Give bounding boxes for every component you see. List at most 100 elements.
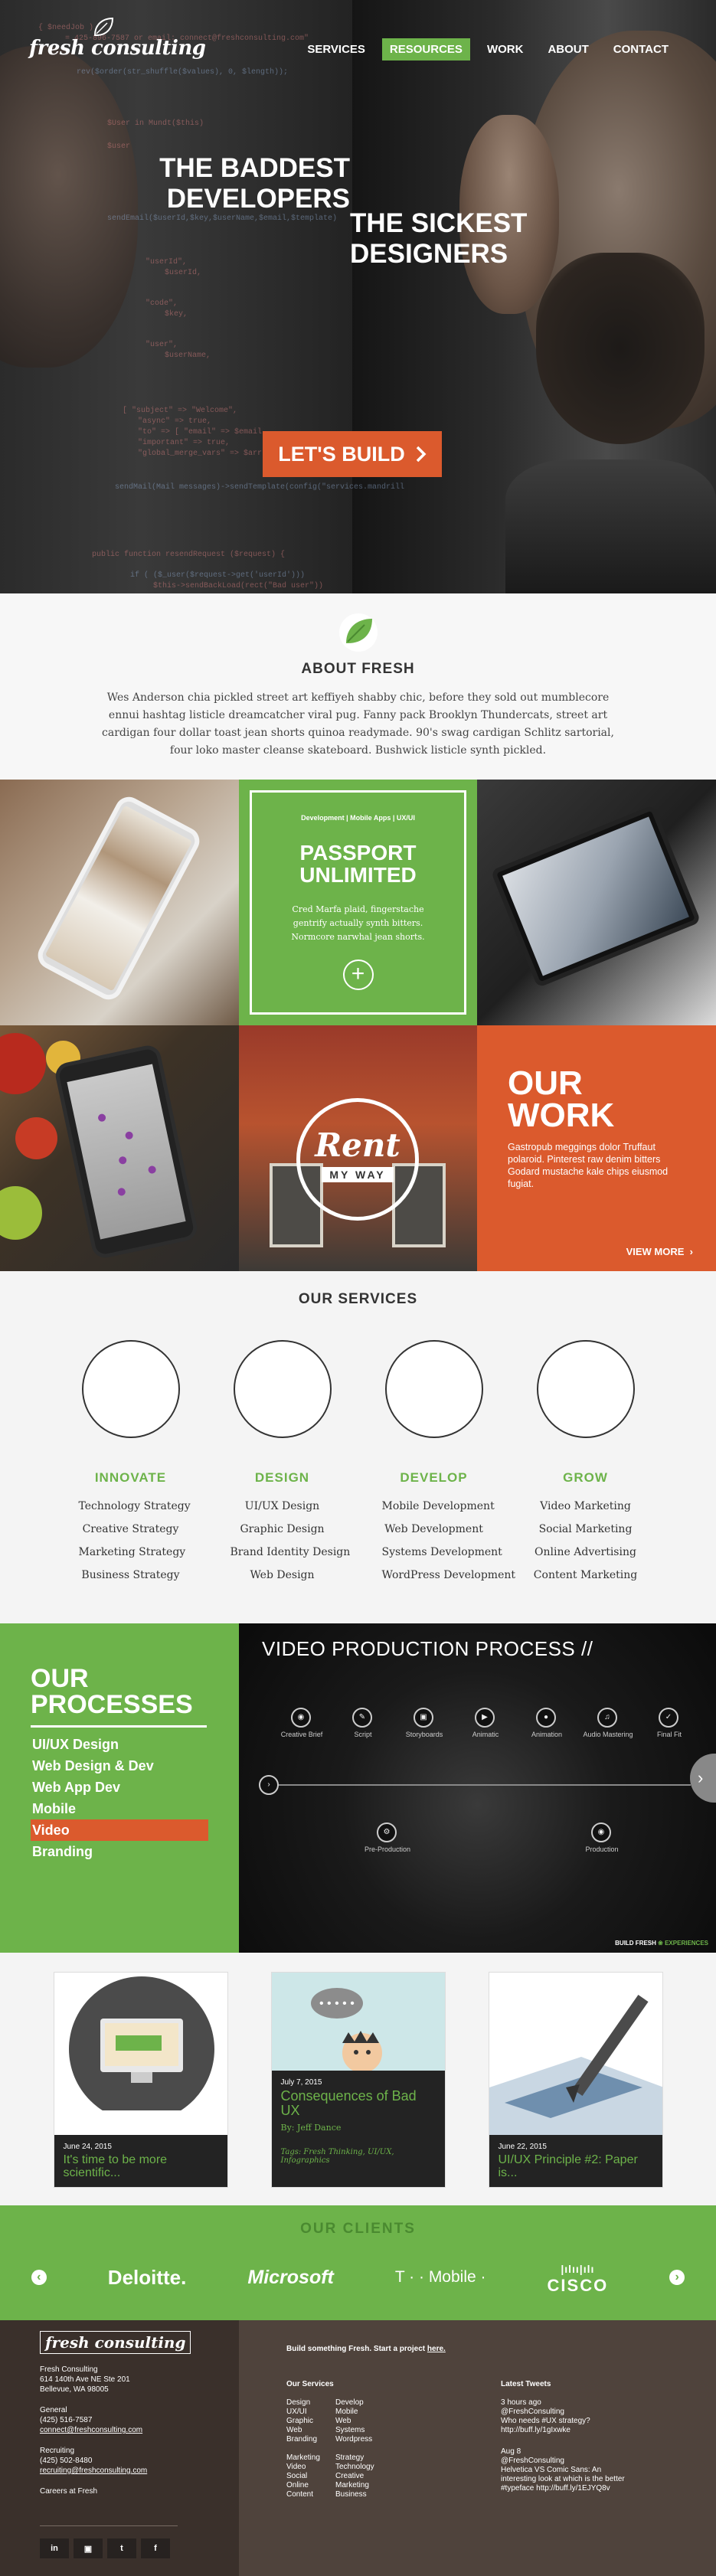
process-item-uiux[interactable]: UI/UX Design [31, 1734, 208, 1755]
service-item[interactable]: Social Marketing [534, 1518, 638, 1541]
footer-service-link[interactable]: Web [286, 2426, 335, 2435]
blog-tags[interactable]: Tags: Fresh Thinking, UI/UX, Infographic… [281, 2148, 436, 2165]
chevron-right-icon[interactable]: › [690, 1754, 716, 1803]
recruiting-phone[interactable]: (425) 502-8480 [40, 2456, 239, 2466]
service-item[interactable]: Web Development [382, 1518, 486, 1541]
service-item[interactable]: WordPress Development [382, 1564, 516, 1587]
tablet-image [490, 804, 701, 989]
service-grow-icon[interactable] [536, 1340, 635, 1438]
chevron-right-icon[interactable]: › [669, 2270, 685, 2285]
instagram-icon[interactable]: ▣ [74, 2538, 103, 2558]
facebook-icon[interactable]: f [141, 2538, 170, 2558]
production-icon: ◉ [591, 1822, 611, 1842]
footer-service-link[interactable]: Strategy [335, 2453, 384, 2463]
footer-service-link[interactable]: Business [335, 2490, 384, 2499]
blog-title[interactable]: Consequences of Bad UX [281, 2089, 436, 2118]
service-item[interactable]: Online Advertising [534, 1541, 638, 1564]
process-item-web-app[interactable]: Web App Dev [31, 1777, 208, 1798]
service-item[interactable]: Business Strategy [79, 1564, 183, 1587]
tweet-handle[interactable]: @FreshConsulting [501, 2457, 631, 2466]
work-tile-phone-app[interactable] [0, 780, 239, 1025]
footer-service-link[interactable]: Marketing [335, 2481, 384, 2490]
video-process-title: VIDEO PRODUCTION PROCESS // [262, 1637, 593, 1660]
our-work-tile[interactable]: OUR WORK Gastropub meggings dolor Truffa… [477, 1025, 716, 1271]
video-process-timeline: › ◉ Creative Brief ✎ Script ▣ Storyboard… [259, 1708, 691, 1884]
blog-title[interactable]: UI/UX Principle #2: Paper is... [499, 2153, 653, 2179]
nav-about[interactable]: ABOUT [540, 38, 596, 60]
timeline-line [262, 1784, 691, 1786]
lets-build-button[interactable]: LET'S BUILD [263, 431, 442, 477]
process-item-mobile[interactable]: Mobile [31, 1798, 208, 1819]
footer-service-link[interactable]: Technology [335, 2463, 384, 2472]
service-item[interactable]: UI/UX Design [230, 1495, 335, 1518]
recruiting-email[interactable]: recruiting@freshconsulting.com [40, 2466, 147, 2475]
service-item[interactable]: Technology Strategy [79, 1495, 191, 1518]
footer-service-link[interactable]: Wordpress [335, 2435, 384, 2444]
nav-work[interactable]: WORK [479, 38, 531, 60]
tweet-text[interactable]: Who needs #UX strategy? http://buff.ly/1… [501, 2417, 631, 2435]
nav-contact[interactable]: CONTACT [606, 38, 676, 60]
blog-card[interactable]: June 22, 2015 UI/UX Principle #2: Paper … [488, 1972, 663, 2188]
footer-service-link[interactable]: Mobile [335, 2408, 384, 2417]
site-logo[interactable]: fresh consulting [29, 37, 206, 60]
footer-service-link[interactable]: Creative [335, 2472, 384, 2481]
blog-title[interactable]: It's time to be more scientific... [64, 2153, 218, 2179]
service-item[interactable]: Graphic Design [230, 1518, 335, 1541]
service-item[interactable]: Video Marketing [534, 1495, 638, 1518]
timeline-step: Final Fit [656, 1731, 682, 1738]
service-innovate-icon[interactable] [81, 1340, 180, 1438]
service-item[interactable]: Web Design [230, 1564, 335, 1587]
process-item-web-design[interactable]: Web Design & Dev [31, 1755, 208, 1777]
footer-service-link[interactable]: Video [286, 2463, 335, 2472]
processes-title: OUR PROCESSES [31, 1666, 239, 1718]
service-item[interactable]: Content Marketing [534, 1564, 638, 1587]
footer-service-link[interactable]: Social [286, 2472, 335, 2481]
service-item[interactable]: Marketing Strategy [79, 1541, 186, 1564]
tweet-text[interactable]: Helvetica VS Comic Sans: An interesting … [501, 2466, 631, 2493]
service-item[interactable]: Creative Strategy [79, 1518, 183, 1541]
careers-link[interactable]: Careers at Fresh [40, 2486, 239, 2496]
footer-service-link[interactable]: Online [286, 2481, 335, 2490]
service-item[interactable]: Systems Development [382, 1541, 502, 1564]
nav-resources[interactable]: RESOURCES [381, 38, 470, 60]
storyboards-icon: ▣ [414, 1708, 433, 1728]
general-email[interactable]: connect@freshconsulting.com [40, 2426, 142, 2434]
blog-card[interactable]: June 24, 2015 It's time to be more scien… [53, 1972, 228, 2188]
service-design-icon[interactable] [233, 1340, 332, 1438]
footer-service-link[interactable]: Develop [335, 2398, 384, 2408]
footer-service-link[interactable]: Marketing [286, 2453, 335, 2463]
general-phone[interactable]: (425) 516-7587 [40, 2415, 239, 2425]
footer-service-link[interactable]: Branding [286, 2435, 335, 2444]
footer-logo[interactable]: fresh consulting [40, 2331, 191, 2354]
work-tile-passport[interactable]: Development | Mobile Apps | UX/UI PASSPO… [239, 780, 477, 1025]
service-heading: DESIGN [254, 1470, 310, 1485]
start-project-link[interactable]: here. [427, 2345, 446, 2353]
service-item[interactable]: Brand Identity Design [230, 1541, 351, 1564]
process-item-video[interactable]: Video [31, 1819, 208, 1841]
chevron-left-icon[interactable]: ‹ [31, 2270, 47, 2285]
process-item-branding[interactable]: Branding [31, 1841, 208, 1862]
footer-service-link[interactable]: Content [286, 2490, 335, 2499]
footer-service-link[interactable]: UX/UI [286, 2408, 335, 2417]
tweet-handle[interactable]: @FreshConsulting [501, 2408, 631, 2417]
blog-card[interactable]: • • • • • July 7, 2015 Consequences of B… [270, 1972, 446, 2188]
view-more-link[interactable]: VIEW MORE › [626, 1246, 693, 1257]
work-tile-map-app[interactable] [0, 1025, 239, 1271]
passport-title: PASSPORT UNLIMITED [299, 841, 417, 887]
footer-service-link[interactable]: Graphic [286, 2417, 335, 2426]
footer-service-link[interactable]: Web [335, 2417, 384, 2426]
services-title: OUR SERVICES [298, 1291, 418, 1307]
work-tile-rent-my-way[interactable]: Rent MY WAY [239, 1025, 477, 1271]
linkedin-icon[interactable]: in [40, 2538, 69, 2558]
plus-icon[interactable]: + [342, 959, 374, 990]
service-item[interactable]: Mobile Development [382, 1495, 495, 1518]
code-line: sendEmail($userId,$key,$userName,$email,… [107, 214, 338, 223]
nav-services[interactable]: SERVICES [299, 38, 373, 60]
code-line: "userId", [145, 258, 188, 266]
footer-service-link[interactable]: Design [286, 2398, 335, 2408]
twitter-icon[interactable]: t [107, 2538, 136, 2558]
footer-service-link[interactable]: Systems [335, 2426, 384, 2435]
footer-links: Build something Fresh. Start a project h… [239, 2320, 716, 2576]
service-develop-icon[interactable] [384, 1340, 483, 1438]
work-tile-tablet[interactable] [477, 780, 716, 1025]
